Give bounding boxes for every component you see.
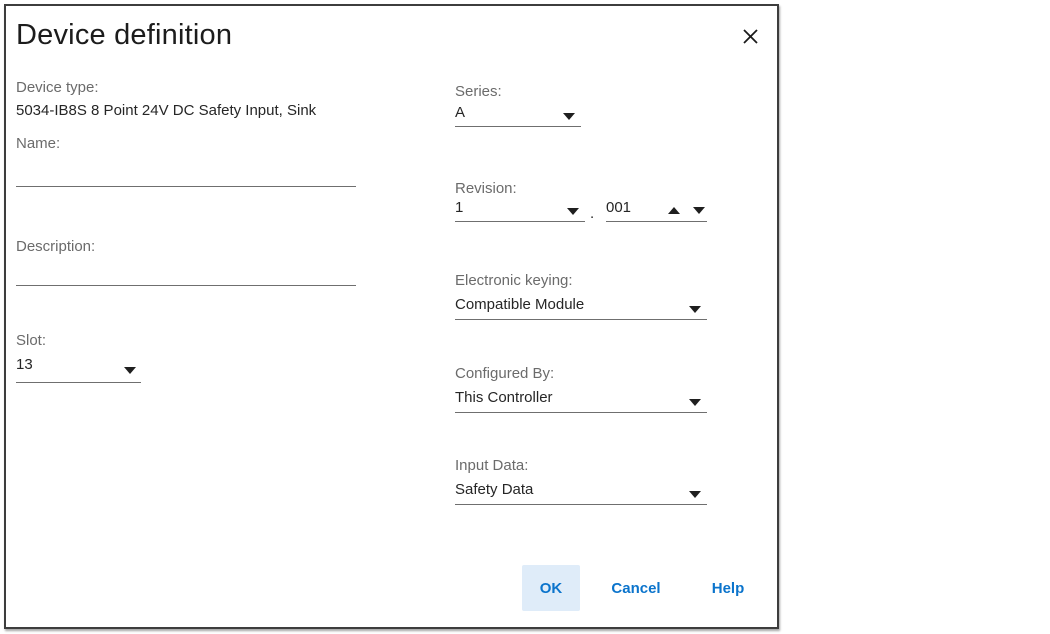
device-type-label: Device type: (16, 79, 99, 96)
chevron-up-icon[interactable] (668, 207, 680, 214)
electronic-keying-value: Compatible Module (455, 296, 584, 313)
chevron-down-icon[interactable] (689, 306, 701, 313)
electronic-keying-label: Electronic keying: (455, 272, 573, 289)
chevron-down-icon[interactable] (563, 113, 575, 120)
close-icon (742, 28, 759, 45)
slot-value: 13 (16, 356, 33, 373)
description-label: Description: (16, 238, 95, 255)
revision-major-value: 1 (455, 199, 463, 216)
input-data-label: Input Data: (455, 457, 528, 474)
description-input[interactable] (16, 257, 356, 286)
input-data-value: Safety Data (455, 481, 533, 498)
configured-by-label: Configured By: (455, 365, 554, 382)
chevron-down-icon[interactable] (124, 367, 136, 374)
close-button[interactable] (735, 21, 765, 51)
series-value: A (455, 104, 465, 121)
chevron-down-icon[interactable] (567, 208, 579, 215)
slot-label: Slot: (16, 332, 46, 349)
revision-label: Revision: (455, 180, 517, 197)
cancel-button[interactable]: Cancel (596, 565, 676, 611)
revision-separator: . (590, 205, 594, 222)
slot-dropdown[interactable]: 13 (16, 355, 141, 383)
name-label: Name: (16, 135, 60, 152)
configured-by-dropdown[interactable]: This Controller (455, 388, 707, 413)
device-type-value: 5034-IB8S 8 Point 24V DC Safety Input, S… (16, 102, 316, 119)
configured-by-value: This Controller (455, 389, 553, 406)
chevron-down-icon[interactable] (689, 399, 701, 406)
help-button[interactable]: Help (693, 565, 763, 611)
name-input[interactable] (16, 158, 356, 187)
input-data-dropdown[interactable]: Safety Data (455, 480, 707, 505)
device-definition-dialog: Device definition Device type: 5034-IB8S… (4, 4, 779, 629)
series-label: Series: (455, 83, 502, 100)
revision-minor-spinner[interactable]: 001 (606, 198, 707, 222)
series-dropdown[interactable]: A (455, 103, 581, 127)
chevron-down-icon[interactable] (689, 491, 701, 498)
ok-button[interactable]: OK (522, 565, 580, 611)
chevron-down-icon[interactable] (693, 207, 705, 214)
revision-minor-value: 001 (606, 199, 631, 216)
revision-major-dropdown[interactable]: 1 (455, 198, 585, 222)
electronic-keying-dropdown[interactable]: Compatible Module (455, 295, 707, 320)
dialog-title: Device definition (16, 19, 232, 52)
